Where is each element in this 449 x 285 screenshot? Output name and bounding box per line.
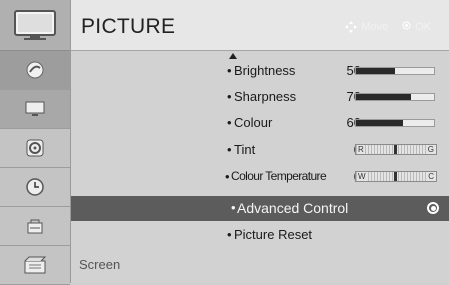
- menu-item-colour[interactable]: • Colour 60: [71, 111, 449, 135]
- brightness-bar[interactable]: [355, 67, 435, 75]
- colour-bar[interactable]: [355, 119, 435, 127]
- clock-icon: [24, 176, 46, 198]
- sidebar-item-option[interactable]: [0, 246, 70, 285]
- sidebar-item-time[interactable]: [0, 168, 70, 207]
- sharpness-bar-fill: [356, 94, 411, 100]
- lock-icon: [24, 215, 46, 237]
- picture-reset-label: Picture Reset: [234, 227, 313, 242]
- move-arrows-icon: [345, 21, 358, 33]
- monitor-icon: [24, 100, 46, 118]
- sidebar-item-channel[interactable]: [0, 51, 70, 90]
- colour-bar-fill: [356, 120, 403, 126]
- menu-header: PICTURE Move OK: [71, 0, 449, 51]
- sidebar-item-picture[interactable]: [0, 90, 70, 129]
- speaker-icon: [24, 137, 46, 159]
- picture-icon: [0, 0, 70, 51]
- colour-temperature-slider[interactable]: W C: [355, 171, 437, 182]
- move-hint-label: Move: [361, 21, 389, 33]
- sidebar-item-lock[interactable]: [0, 207, 70, 246]
- bullet: •: [227, 142, 232, 157]
- bullet: •: [227, 115, 232, 130]
- menu-item-tint[interactable]: • Tint 0 R G: [71, 138, 449, 162]
- menu-item-colour-temperature[interactable]: • Colour Temperature 0 W C: [71, 165, 449, 189]
- advanced-control-label: Advanced Control: [237, 200, 349, 216]
- screen-label: Screen: [79, 257, 121, 272]
- bullet: •: [227, 227, 232, 242]
- sharpness-bar[interactable]: [355, 93, 435, 101]
- colour-label: Colour: [234, 115, 273, 130]
- navigation-hint: Move OK: [345, 21, 431, 33]
- bullet: •: [227, 63, 232, 78]
- tint-slider-handle: [394, 145, 397, 154]
- menu-item-brightness[interactable]: • Brightness 50: [71, 59, 449, 83]
- brightness-bar-fill: [356, 68, 395, 74]
- colour-temperature-left-label: W: [357, 172, 367, 181]
- page-title: PICTURE: [81, 15, 176, 38]
- picture-menu-screen: PICTURE Move OK • Brightness 50 • Sharpn…: [0, 0, 449, 285]
- menu-content: • Brightness 50 • Sharpness 70 • Colour …: [71, 51, 449, 283]
- brightness-label: Brightness: [234, 63, 296, 78]
- bullet: •: [225, 169, 230, 184]
- colour-temperature-right-label: C: [427, 172, 435, 181]
- ok-button-icon: [402, 21, 411, 33]
- colour-temperature-slider-handle: [394, 172, 397, 181]
- menu-item-picture-reset[interactable]: • Picture Reset: [71, 223, 449, 247]
- tint-slider[interactable]: R G: [355, 144, 437, 155]
- tint-right-label: G: [426, 145, 435, 154]
- satellite-icon: [24, 59, 46, 81]
- menu-item-sharpness[interactable]: • Sharpness 70: [71, 85, 449, 109]
- tint-left-label: R: [357, 145, 365, 154]
- options-icon: [23, 255, 47, 275]
- sidebar-item-audio[interactable]: [0, 129, 70, 168]
- bullet: •: [231, 200, 236, 215]
- bullet: •: [227, 89, 232, 104]
- menu-item-advanced-control[interactable]: • Advanced Control: [71, 196, 449, 221]
- ok-hint-label: OK: [415, 21, 431, 33]
- sidebar: [0, 0, 71, 285]
- sharpness-label: Sharpness: [234, 89, 297, 104]
- tint-label: Tint: [234, 142, 256, 157]
- colour-temperature-label: Colour Temperature: [231, 169, 327, 183]
- ok-select-icon: [427, 202, 439, 214]
